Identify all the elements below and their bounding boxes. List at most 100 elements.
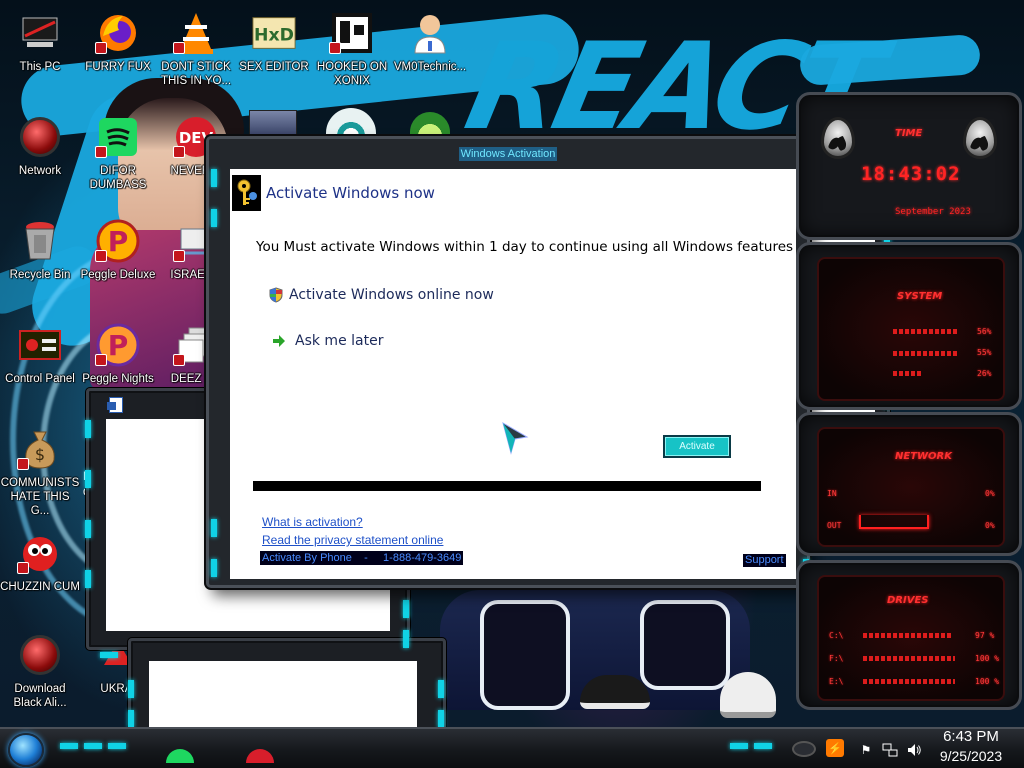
hxd-icon: HxD: [251, 10, 297, 56]
privacy-statement-link[interactable]: Read the privacy statement online: [262, 533, 443, 547]
drive-f-label: F:\: [829, 654, 844, 663]
volume-icon[interactable]: [906, 742, 922, 758]
desktop-icon-label: Control Panel: [5, 373, 75, 385]
shortcut-arrow-icon: [95, 42, 107, 54]
xonix-icon: [329, 10, 375, 56]
swap-usage-bar: [893, 371, 923, 376]
svg-text:$: $: [35, 445, 45, 464]
rainmeter-time-widget: TIME 18:43:02 September 2023: [796, 92, 1022, 240]
desktop-icon-furry-fux[interactable]: FURRY FUX: [78, 4, 158, 96]
taskbar-app-spotify-icon[interactable]: [166, 749, 194, 763]
shield-icon: [268, 287, 284, 303]
shortcut-arrow-icon: [173, 250, 185, 262]
desktop-icon-label: DIFOR DUMBASS: [89, 165, 147, 191]
word-document-icon: [107, 397, 123, 413]
windows-activation-dialog[interactable]: Windows Activation Activate Windows now …: [206, 136, 810, 588]
desktop-icon-difor-dumbass[interactable]: DIFOR DUMBASS: [78, 108, 158, 200]
taskbar-app-dev-icon[interactable]: [246, 749, 274, 763]
desktop-icon-label: Download Black Ali...: [13, 683, 67, 709]
shortcut-arrow-icon: [173, 354, 185, 366]
desktop-icon-label: DONT STICK THIS IN YO...: [160, 61, 232, 87]
cpu-usage-bar: [893, 329, 958, 334]
dialog-header-title: Activate Windows now: [266, 184, 435, 202]
spotify-icon: [95, 114, 141, 160]
drive-f-bar: [863, 656, 955, 661]
action-center-flag-icon[interactable]: ⚑: [858, 742, 874, 758]
desktop-icon-peggle-deluxe[interactable]: P Peggle Deluxe: [78, 212, 158, 304]
taskbar-clock-date[interactable]: 9/25/2023: [934, 748, 1008, 764]
network-tray-icon[interactable]: [882, 742, 898, 758]
desktop-icon-sex-editor[interactable]: HxD SEX EDITOR: [234, 4, 314, 96]
desktop-icon-hooked-on-xonix[interactable]: HOOKED ON XONIX: [312, 4, 392, 96]
drive-e-value: 100 %: [975, 677, 1000, 686]
svg-text:HxD: HxD: [254, 26, 294, 46]
drive-c-bar: [863, 633, 953, 638]
taskbar-clock-time[interactable]: 6:43 PM: [938, 728, 1004, 745]
dialog-content: Activate Windows now You Must activate W…: [230, 169, 796, 579]
notification-app-icon[interactable]: ⚡: [826, 739, 844, 757]
activate-online-option[interactable]: Activate Windows online now: [268, 287, 494, 303]
desktop-icon-recycle-bin[interactable]: Recycle Bin: [0, 212, 80, 304]
desktop-icon-download-black-ali[interactable]: Download Black Ali...: [0, 626, 80, 718]
start-button[interactable]: [8, 733, 44, 767]
desktop-icon-vm0technic[interactable]: VM0Technic...: [390, 4, 470, 96]
desktop-icon-label: VM0Technic...: [393, 61, 467, 73]
time-label: TIME: [895, 128, 923, 139]
desktop-icon-control-panel[interactable]: Control Panel: [0, 316, 80, 408]
activation-key-icon: [232, 175, 261, 211]
activate-by-phone-link[interactable]: Activate By Phone - 1-888-479-3649: [260, 551, 464, 565]
support-button[interactable]: Support: [743, 554, 786, 567]
firefox-icon: [95, 10, 141, 56]
mouse-cursor-icon: [501, 421, 531, 455]
this-pc-icon: [17, 10, 63, 56]
desktop-icon-label: Peggle Deluxe: [80, 269, 156, 281]
desktop-icon-dont-stick[interactable]: DONT STICK THIS IN YO...: [156, 4, 236, 96]
svg-text:P: P: [108, 225, 129, 258]
drives-label: DRIVES: [887, 595, 929, 606]
network-icon: [17, 114, 63, 160]
shortcut-arrow-icon: [173, 42, 185, 54]
money-bag-icon: $: [17, 426, 63, 472]
alienware-orb-icon: [17, 632, 63, 678]
drive-e-bar: [863, 679, 955, 684]
what-is-activation-link[interactable]: What is activation?: [262, 515, 363, 529]
alien-head-icon: [821, 117, 855, 159]
desktop-icon-label: CHUZZIN CUM: [0, 581, 80, 593]
desktop-icon-network[interactable]: Network: [0, 108, 80, 200]
rainmeter-network-widget: NETWORK IN 0% OUT 0%: [796, 412, 1022, 556]
activate-button[interactable]: Activate: [663, 435, 731, 458]
partial-icon-drive: [249, 110, 297, 136]
desktop-icon-label: Network: [18, 165, 62, 177]
shortcut-arrow-icon: [17, 562, 29, 574]
network-label: NETWORK: [895, 451, 953, 462]
svg-text:P: P: [108, 329, 129, 362]
desktop-icon-chuzzin-cum[interactable]: CHUZZIN CUM: [0, 524, 80, 616]
taskbar-app-alien-icon[interactable]: [792, 741, 816, 757]
dialog-title: Windows Activation: [458, 147, 558, 161]
desktop-icon-label: HOOKED ON XONIX: [316, 61, 388, 87]
rainmeter-system-widget: SYSTEM 56% 55% 26%: [796, 242, 1022, 410]
net-in-value: 0%: [985, 489, 995, 498]
shortcut-arrow-icon: [17, 458, 29, 470]
ram-usage-bar: [893, 351, 957, 356]
dialog-titlebar[interactable]: Windows Activation: [209, 139, 807, 169]
ask-me-later-option[interactable]: Ask me later: [272, 333, 383, 349]
net-in-label: IN: [827, 489, 837, 498]
clock-digits: 18:43:02: [861, 163, 961, 185]
dialog-header: Activate Windows now: [232, 175, 435, 211]
desktop-icon-label: Recycle Bin: [9, 269, 71, 281]
desktop-icon-label: SEX EDITOR: [239, 61, 309, 73]
alien-head-icon: [963, 117, 997, 159]
ram-usage-value: 55%: [977, 348, 992, 357]
desktop-icon-label: Peggle Nights: [82, 373, 154, 385]
system-label: SYSTEM: [897, 291, 943, 302]
taskbar: ⚡ ⚑: [0, 727, 1024, 768]
shortcut-arrow-icon: [95, 146, 107, 158]
control-panel-icon: [17, 322, 63, 368]
drive-c-label: C:\: [829, 631, 844, 640]
desktop-icon-this-pc[interactable]: This PC: [0, 4, 80, 96]
ask-me-later-label: Ask me later: [295, 333, 384, 349]
desktop-icon-communists[interactable]: $ COMMUNISTS HATE THIS G...: [0, 420, 80, 517]
shortcut-arrow-icon: [95, 354, 107, 366]
chuzzle-icon: [17, 530, 63, 576]
